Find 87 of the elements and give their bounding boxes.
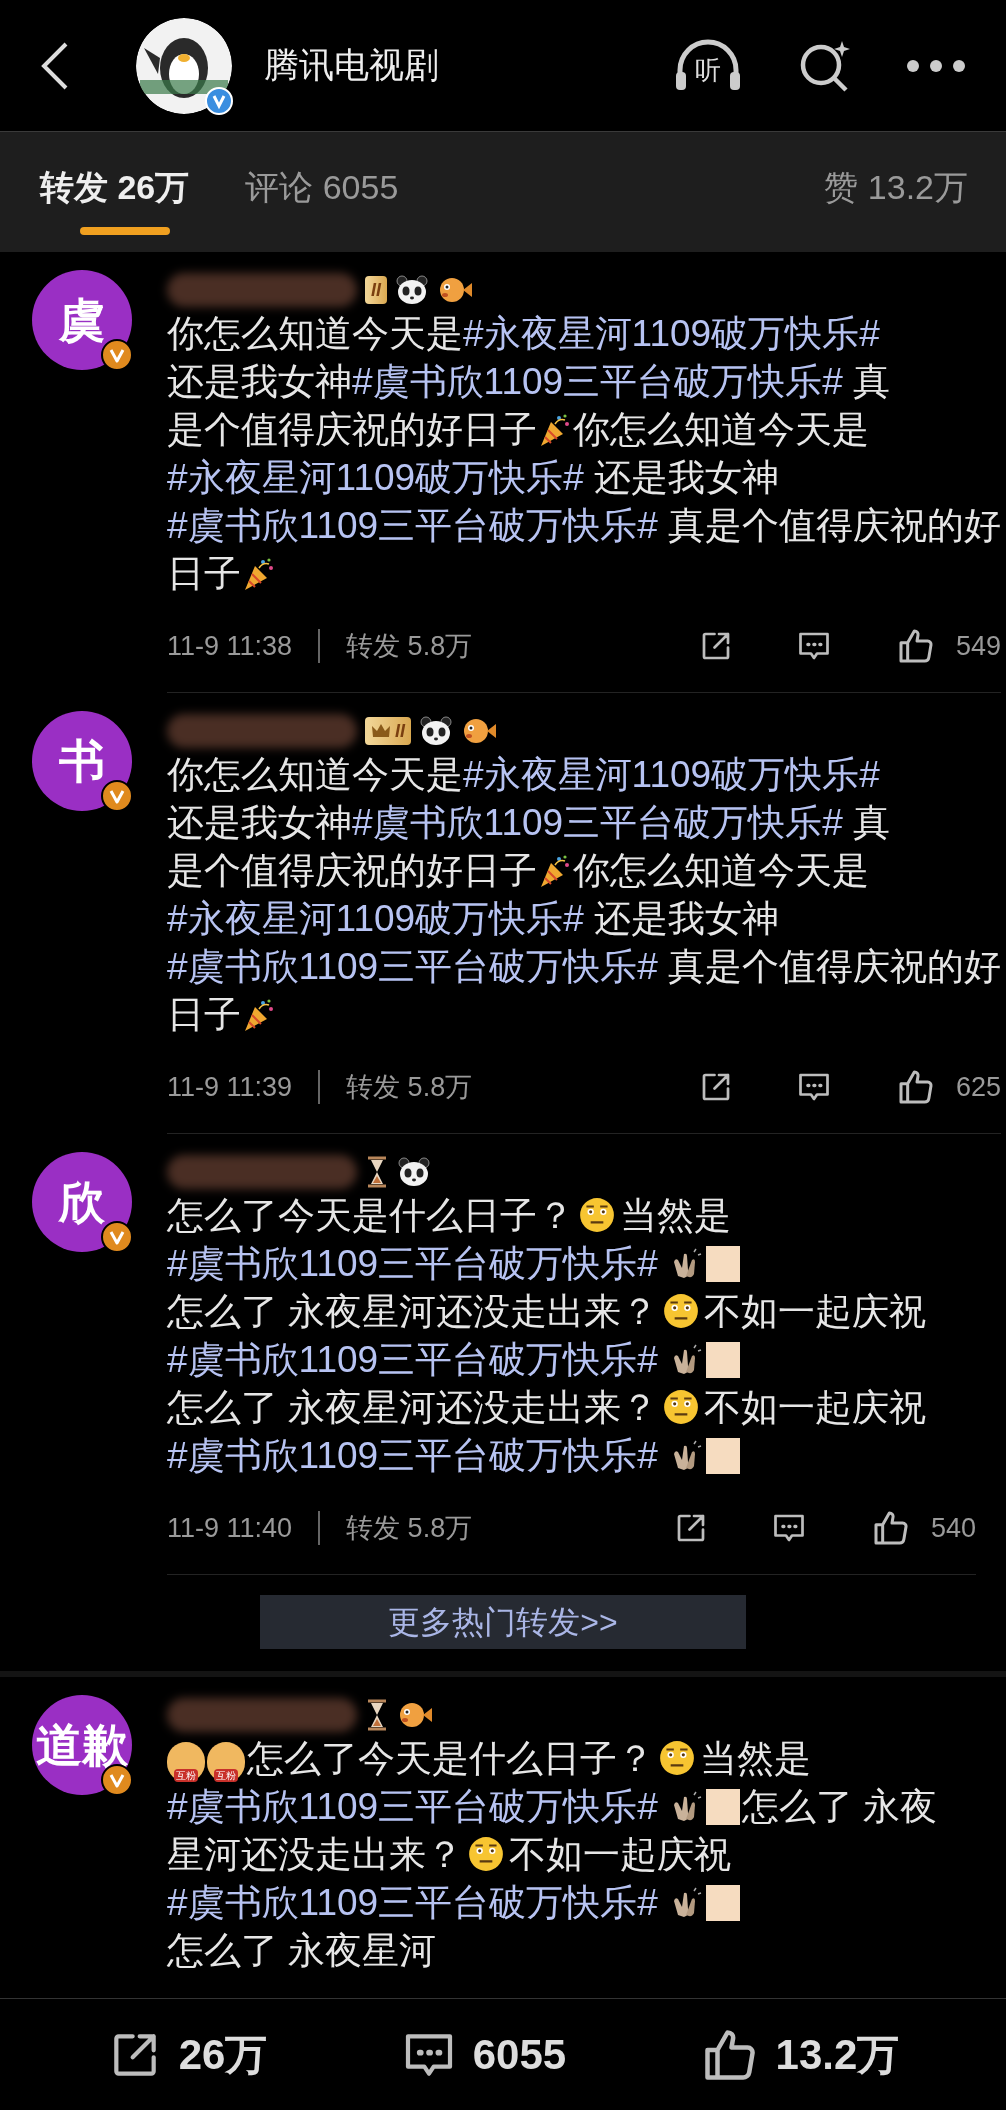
panda-icon bbox=[395, 274, 429, 306]
like-total: 13.2万 bbox=[775, 2030, 900, 2080]
like-count: 625 bbox=[955, 1070, 1001, 1104]
hashtag-link[interactable]: #虞书欣1109三平台破万快乐# bbox=[167, 1339, 658, 1380]
neutral-face-icon bbox=[578, 1196, 616, 1234]
hashtag-link[interactable]: #虞书欣1109三平台破万快乐# bbox=[167, 1786, 658, 1827]
hashtag-link[interactable]: #永夜星河1109破万快乐# bbox=[463, 754, 880, 795]
comment-text: 不如一起庆祝 bbox=[509, 1834, 731, 1875]
comment-text: 怎么了今天是什么日子？ bbox=[247, 1738, 654, 1779]
skin-tone-swatch-icon bbox=[705, 1246, 740, 1282]
comment-text: 日子 bbox=[167, 553, 241, 594]
comment-text: 怎么了 永夜 bbox=[741, 1786, 937, 1827]
comment-text: 当然是 bbox=[620, 1195, 731, 1236]
fan-badge-emoji: 互粉 bbox=[207, 1742, 245, 1782]
comment-text: 是个值得庆祝的好日子 bbox=[167, 409, 537, 450]
comment-text: 怎么了今天是什么日子？ bbox=[167, 1195, 574, 1236]
comment-text: 你怎么知道今天是 bbox=[573, 409, 869, 450]
repost-count: 转发 5.8万 bbox=[346, 1511, 473, 1545]
comment-text: 是个值得庆祝的好日子 bbox=[167, 850, 537, 891]
comment-text: 真是个值得庆祝的好 bbox=[667, 505, 1001, 546]
skin-tone-swatch-icon bbox=[705, 1789, 740, 1825]
post-time: 11-9 11:40 bbox=[167, 1511, 293, 1545]
comment-text: 还是我女神 bbox=[593, 898, 779, 939]
hashtag-link[interactable]: #虞书欣1109三平台破万快乐# bbox=[167, 946, 658, 987]
skin-tone-swatch-icon bbox=[705, 1342, 740, 1378]
comment-text: 还没走出来？ bbox=[436, 1291, 659, 1332]
user-avatar[interactable]: 虞 bbox=[32, 270, 132, 370]
hashtag-link[interactable]: #虞书欣1109三平台破万快乐# bbox=[352, 361, 843, 402]
comment-text: 还是我女神 bbox=[593, 457, 779, 498]
comment-text: 还是我女神 bbox=[167, 802, 352, 843]
repost-total: 26万 bbox=[178, 2030, 268, 2080]
fan-badge-emoji: 互粉 bbox=[167, 1742, 205, 1782]
comment-text: 当然是 bbox=[700, 1738, 811, 1779]
more-icon[interactable] bbox=[906, 58, 966, 73]
listen-button[interactable]: 听 bbox=[672, 35, 744, 96]
more-reposts-button[interactable]: 更多热门转发>> bbox=[260, 1595, 746, 1649]
verified-badge-icon bbox=[204, 85, 234, 116]
repost-count: 转发 5.8万 bbox=[346, 1070, 473, 1104]
neutral-face-icon bbox=[662, 1292, 701, 1330]
hourglass-icon bbox=[365, 1156, 389, 1188]
panda-icon bbox=[419, 715, 453, 747]
user-avatar[interactable]: 书 bbox=[32, 711, 132, 811]
comment-text: 不如一起庆祝 bbox=[704, 1291, 927, 1332]
skin-tone-swatch-icon bbox=[705, 1438, 740, 1474]
comment-total: 6055 bbox=[472, 2030, 567, 2080]
account-title: 腾讯电视剧 bbox=[264, 44, 439, 87]
like-count: 540 bbox=[930, 1511, 976, 1545]
tab[interactable]: 转发 26万 bbox=[40, 162, 190, 235]
comment-text: 怎么了 永夜星河还没 bbox=[167, 1387, 511, 1428]
comment-text: 日子 bbox=[167, 994, 241, 1035]
hashtag-link[interactable]: #虞书欣1109三平台破万快乐# bbox=[167, 1435, 658, 1476]
neutral-face-icon bbox=[662, 1388, 701, 1426]
hashtag-link[interactable]: #虞书欣1109三平台破万快乐# bbox=[167, 1882, 658, 1923]
tab[interactable]: 评论 6055 bbox=[245, 162, 399, 235]
repost-count: 转发 5.8万 bbox=[346, 629, 473, 663]
level-text: II bbox=[371, 278, 381, 302]
hashtag-link[interactable]: #永夜星河1109破万快乐# bbox=[167, 898, 584, 939]
comment-text: 你怎么知道今天是 bbox=[573, 850, 869, 891]
comment-text: 怎么了 永夜星河 bbox=[167, 1291, 437, 1332]
skin-tone-swatch-icon bbox=[705, 1885, 740, 1921]
comment-text: 真 bbox=[852, 802, 890, 843]
comment-text: 你怎么知道今天是 bbox=[167, 754, 463, 795]
comment-text: 真是个值得庆祝的好 bbox=[667, 946, 1001, 987]
user-avatar[interactable]: 欣 bbox=[32, 1152, 132, 1252]
hashtag-link[interactable]: #虞书欣1109三平台破万快乐# bbox=[167, 505, 658, 546]
neutral-face-icon bbox=[467, 1835, 505, 1873]
level-text: II bbox=[395, 719, 405, 743]
comment-text: 还是我女神 bbox=[167, 361, 352, 402]
hashtag-link[interactable]: #虞书欣1109三平台破万快乐# bbox=[167, 1243, 658, 1284]
comment-text: 星河还没走出来？ bbox=[167, 1834, 463, 1875]
neutral-face-icon bbox=[658, 1739, 696, 1777]
crown-icon bbox=[371, 722, 391, 740]
comment-text: 走出来？ bbox=[510, 1387, 659, 1428]
comment-text: 你怎么知道今天是 bbox=[167, 313, 463, 354]
hashtag-link[interactable]: #虞书欣1109三平台破万快乐# bbox=[352, 802, 843, 843]
post-time: 11-9 11:38 bbox=[167, 629, 293, 663]
tab[interactable]: 赞 13.2万 bbox=[824, 162, 968, 235]
comment-text: 不如一起庆祝 bbox=[704, 1387, 927, 1428]
hashtag-link[interactable]: #永夜星河1109破万快乐# bbox=[167, 457, 584, 498]
comment-text: 真 bbox=[852, 361, 890, 402]
hourglass-icon bbox=[365, 1699, 389, 1731]
panda-icon bbox=[397, 1156, 431, 1188]
post-time: 11-9 11:39 bbox=[167, 1070, 293, 1104]
user-avatar[interactable]: 道歉 bbox=[32, 1695, 132, 1795]
hashtag-link[interactable]: #永夜星河1109破万快乐# bbox=[463, 313, 880, 354]
like-count: 549 bbox=[955, 629, 1001, 663]
comment-text: 怎么了 永夜星河 bbox=[167, 1930, 437, 1971]
